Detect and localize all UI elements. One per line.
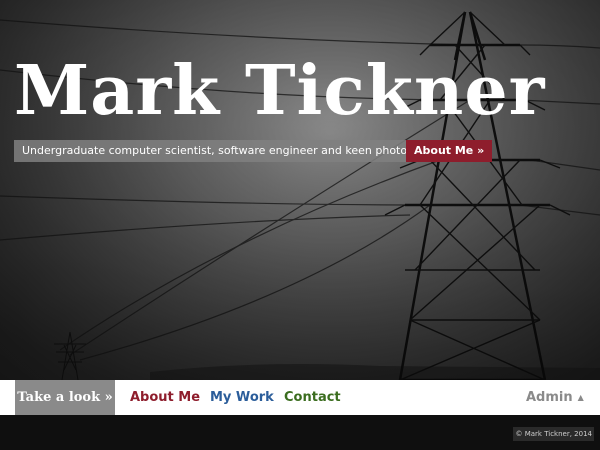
about-me-button[interactable]: About Me » [406, 140, 493, 162]
footer [0, 415, 600, 450]
caret-up-icon: ▲ [577, 393, 584, 402]
main-navbar: Take a look » About Me My Work Contact A… [0, 380, 600, 415]
copyright-notice: © Mark Tickner, 2014 [513, 427, 594, 441]
hero-banner: Mark Tickner Undergraduate computer scie… [0, 0, 600, 380]
nav-contact[interactable]: Contact [284, 380, 341, 415]
nav-my-work[interactable]: My Work [210, 380, 274, 415]
admin-menu[interactable]: Admin ▲ [526, 380, 584, 415]
nav-about-me[interactable]: About Me [130, 380, 200, 415]
nav-take-a-look[interactable]: Take a look » [15, 380, 115, 415]
admin-label: Admin [526, 390, 573, 405]
site-title: Mark Tickner [14, 51, 546, 131]
tagline: Undergraduate computer scientist, softwa… [14, 140, 459, 162]
